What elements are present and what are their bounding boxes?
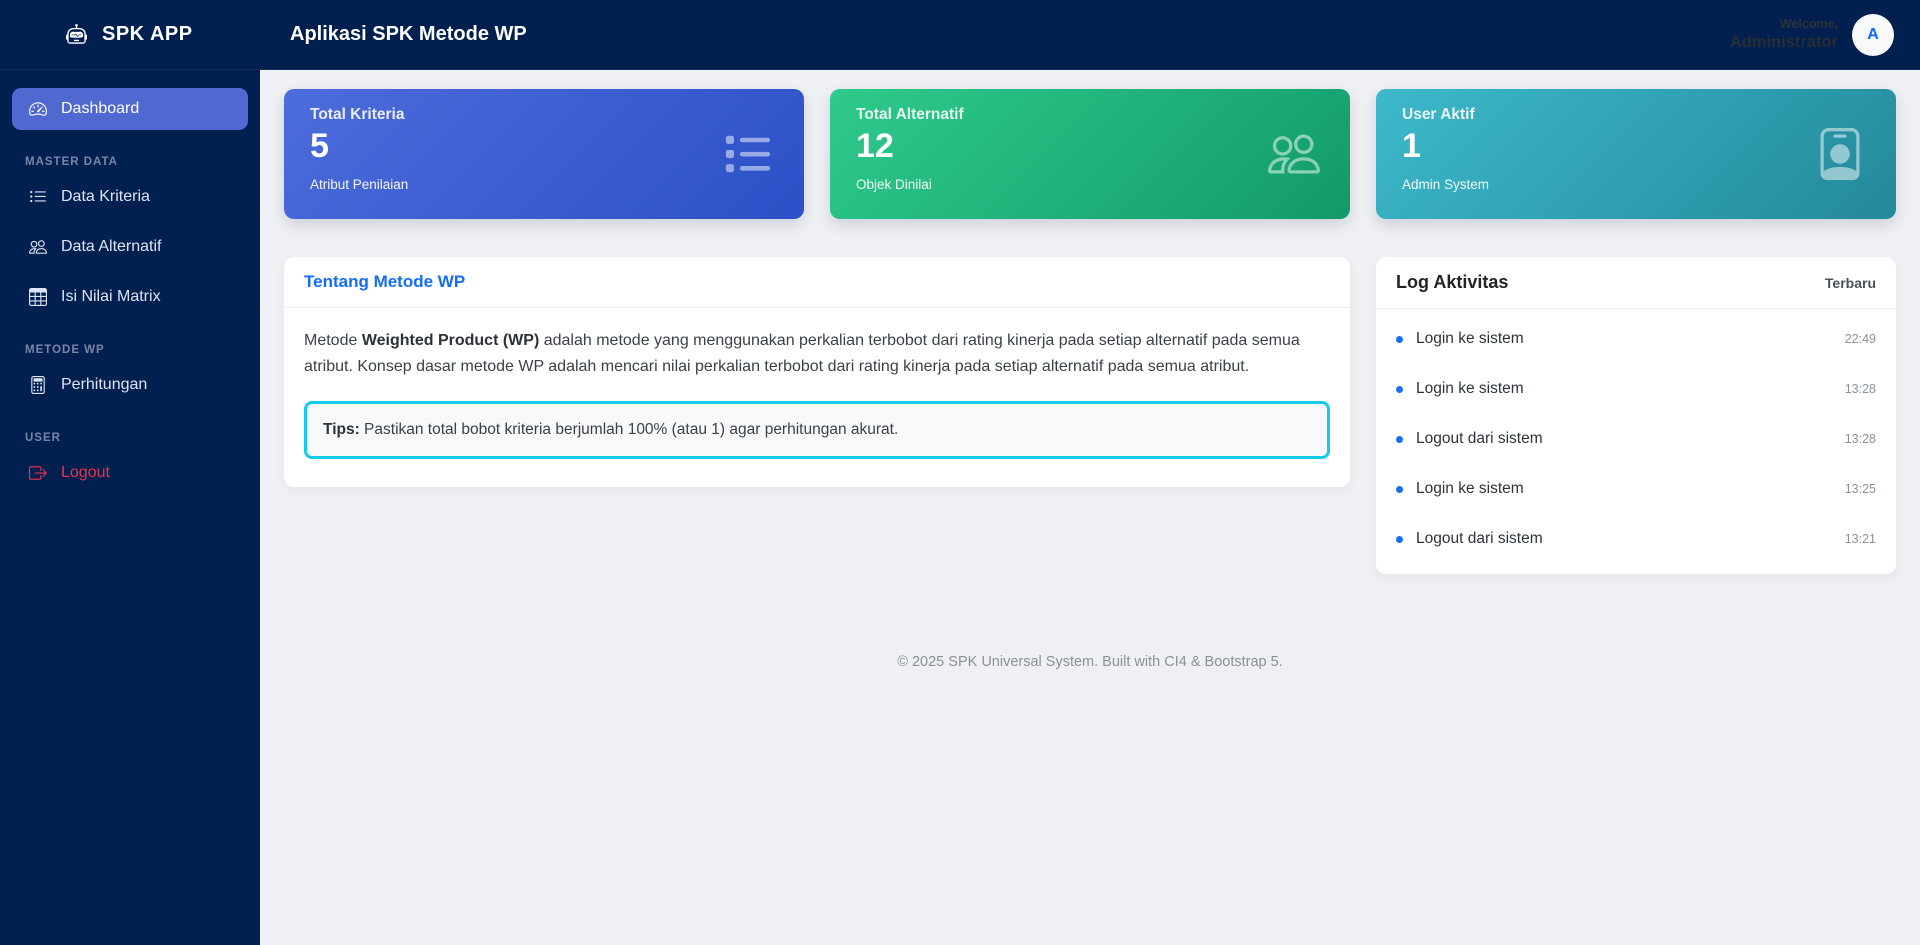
page-title: Aplikasi SPK Metode WP xyxy=(290,23,527,45)
tips-text: Pastikan total bobot kriteria berjumlah … xyxy=(359,421,899,439)
table-grid-icon xyxy=(29,288,47,306)
list-icon xyxy=(722,128,774,180)
stat-value: 5 xyxy=(310,127,329,165)
sidebar-item-label: Dashboard xyxy=(61,100,140,117)
welcome-label: Welcome, xyxy=(1779,16,1838,31)
log-item-time: 13:28 xyxy=(1844,432,1876,446)
bullet-dot-icon xyxy=(1396,535,1403,543)
sidebar-section-user: USER xyxy=(25,432,61,444)
welcome-block: Welcome, Administrator xyxy=(1730,16,1838,54)
about-title: Tentang Metode WP xyxy=(304,272,466,291)
log-item: Logout dari sistem 13:21 xyxy=(1396,514,1876,564)
robot-icon xyxy=(66,24,87,45)
stat-value: 1 xyxy=(1402,127,1421,165)
stat-value: 12 xyxy=(856,127,894,165)
main-content: Total Kriteria 5 Atribut Penilaian Total… xyxy=(260,70,1920,945)
sidebar-nav: Dashboard MASTER DATA Data Kriteria Data… xyxy=(0,88,260,494)
stat-card-total-kriteria: Total Kriteria 5 Atribut Penilaian xyxy=(284,89,804,219)
sidebar-item-label: Logout xyxy=(61,464,110,481)
people-icon xyxy=(29,238,47,256)
stat-subtitle: Admin System xyxy=(1402,177,1490,192)
logout-icon xyxy=(29,464,47,482)
activity-log-card: Log Aktivitas Terbaru Login ke sistem 22… xyxy=(1376,257,1896,574)
stat-subtitle: Atribut Penilaian xyxy=(310,177,409,192)
calculator-icon xyxy=(29,376,47,394)
stat-subtitle: Objek Dinilai xyxy=(856,177,932,192)
log-item-text: Login ke sistem xyxy=(1416,480,1524,497)
about-card-header: Tentang Metode WP xyxy=(284,257,1350,308)
sidebar-item-dashboard[interactable]: Dashboard xyxy=(12,88,248,130)
sidebar: Dashboard MASTER DATA Data Kriteria Data… xyxy=(0,70,260,945)
log-item-text: Login ke sistem xyxy=(1416,330,1524,347)
about-card-body: Metode Weighted Product (WP) adalah meto… xyxy=(284,308,1350,487)
top-navbar: SPK APP Aplikasi SPK Metode WP Welcome, … xyxy=(0,0,1920,70)
activity-log-header: Log Aktivitas Terbaru xyxy=(1376,257,1896,309)
stat-cards-row: Total Kriteria 5 Atribut Penilaian Total… xyxy=(284,89,1896,219)
log-item: Login ke sistem 22:49 xyxy=(1396,314,1876,364)
sidebar-item-data-alternatif[interactable]: Data Alternatif xyxy=(12,226,248,268)
log-item-time: 13:21 xyxy=(1844,532,1876,546)
sidebar-item-perhitungan[interactable]: Perhitungan xyxy=(12,364,248,406)
log-item-text: Logout dari sistem xyxy=(1416,430,1543,447)
stat-title: Total Alternatif xyxy=(856,106,964,123)
log-item-text: Login ke sistem xyxy=(1416,380,1524,397)
about-paragraph: Metode Weighted Product (WP) adalah meto… xyxy=(304,332,1300,375)
log-item: Login ke sistem 13:25 xyxy=(1396,464,1876,514)
sidebar-item-label: Isi Nilai Matrix xyxy=(61,288,161,305)
sidebar-section-master-data: MASTER DATA xyxy=(25,156,118,168)
tips-box: Tips: Pastikan total bobot kriteria berj… xyxy=(304,401,1330,460)
stat-card-total-alternatif: Total Alternatif 12 Objek Dinilai xyxy=(830,89,1350,219)
person-badge-icon xyxy=(1814,128,1866,180)
tips-label: Tips: xyxy=(323,421,360,439)
sidebar-item-logout[interactable]: Logout xyxy=(12,452,248,494)
activity-log-title: Log Aktivitas xyxy=(1396,272,1509,292)
sidebar-item-data-kriteria[interactable]: Data Kriteria xyxy=(12,176,248,218)
sidebar-item-label: Perhitungan xyxy=(61,376,148,393)
people-icon xyxy=(1268,128,1320,180)
content-row: Tentang Metode WP Metode Weighted Produc… xyxy=(284,257,1896,574)
about-bold-term: Weighted Product (WP) xyxy=(361,332,540,349)
log-item-time: 13:28 xyxy=(1844,382,1876,396)
sidebar-item-isi-nilai-matrix[interactable]: Isi Nilai Matrix xyxy=(12,276,248,318)
list-ul-icon xyxy=(29,188,47,206)
bullet-dot-icon xyxy=(1396,435,1403,443)
stat-card-user-aktif: User Aktif 1 Admin System xyxy=(1376,89,1896,219)
app-brand[interactable]: SPK APP xyxy=(0,23,260,46)
bullet-dot-icon xyxy=(1396,335,1403,343)
activity-log-badge: Terbaru xyxy=(1824,274,1876,291)
about-card: Tentang Metode WP Metode Weighted Produc… xyxy=(284,257,1350,488)
brand-text: SPK APP xyxy=(102,23,193,45)
bullet-dot-icon xyxy=(1396,485,1403,493)
log-item-time: 22:49 xyxy=(1844,332,1876,346)
navbar-user-area: Welcome, Administrator A xyxy=(1730,13,1920,56)
log-item-text: Logout dari sistem xyxy=(1416,530,1543,547)
log-item: Logout dari sistem 13:28 xyxy=(1396,414,1876,464)
stat-title: Total Kriteria xyxy=(310,106,405,123)
sidebar-section-metode-wp: METODE WP xyxy=(25,344,105,356)
speedometer-icon xyxy=(29,100,47,118)
bullet-dot-icon xyxy=(1396,385,1403,393)
stat-title: User Aktif xyxy=(1402,106,1475,123)
log-item: Login ke sistem 13:28 xyxy=(1396,364,1876,414)
avatar[interactable]: A xyxy=(1852,13,1894,56)
footer-text: © 2025 SPK Universal System. Built with … xyxy=(897,654,1283,670)
log-item-time: 13:25 xyxy=(1844,482,1876,496)
username: Administrator xyxy=(1729,32,1838,51)
activity-log-list: Login ke sistem 22:49 Login ke sistem 13… xyxy=(1376,309,1896,574)
sidebar-item-label: Data Alternatif xyxy=(61,238,162,255)
sidebar-item-label: Data Kriteria xyxy=(61,188,150,205)
